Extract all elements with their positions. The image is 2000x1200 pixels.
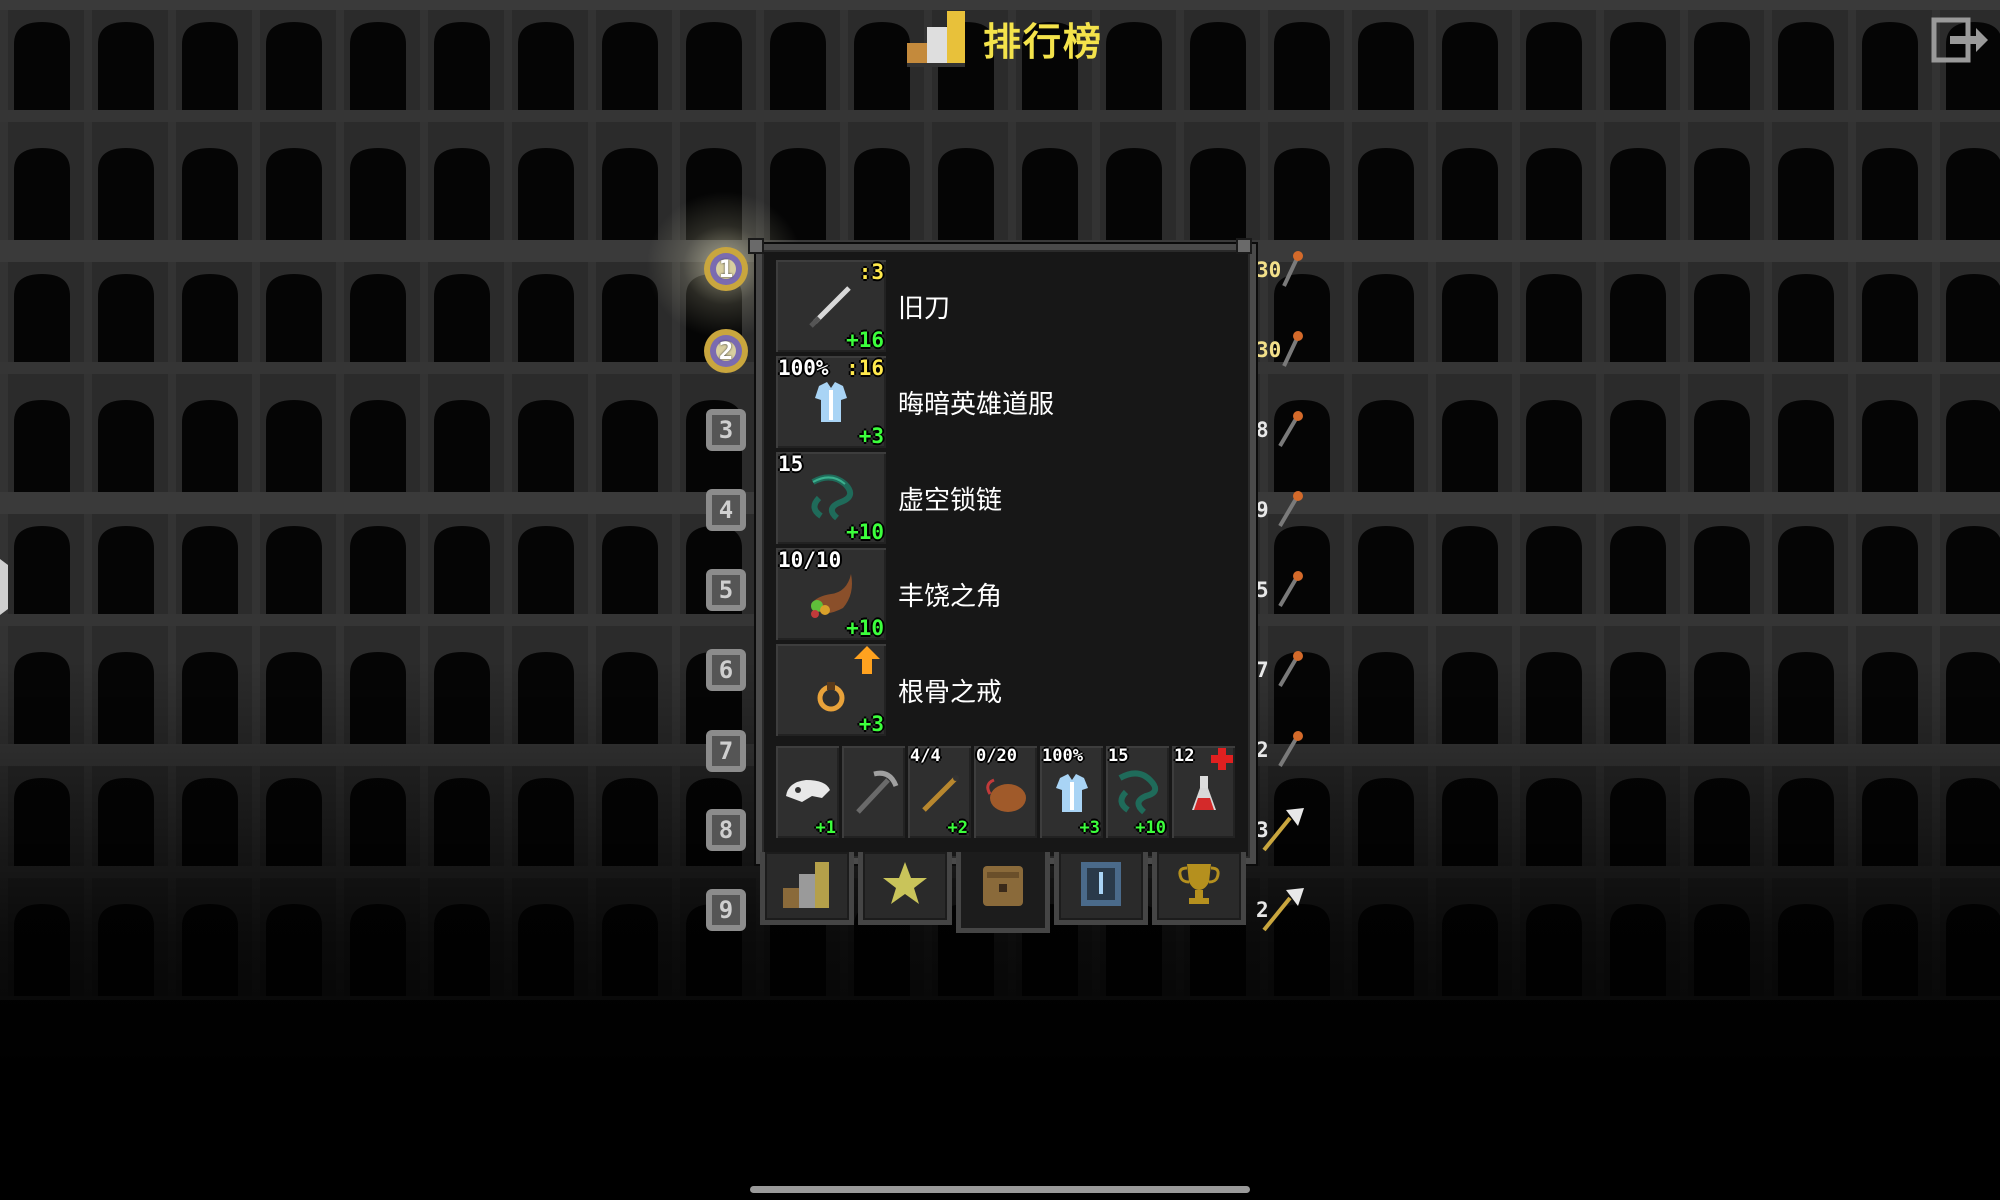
score-icon: 30	[1250, 246, 1306, 294]
item-slot[interactable]: 100% :16 +3	[776, 356, 886, 448]
item-name: 旧刀	[898, 294, 951, 324]
equipment-row-ring[interactable]: +3 根骨之戒	[776, 644, 1236, 736]
sword-icon	[809, 286, 851, 328]
pickaxe-icon	[856, 770, 899, 814]
skull-icon	[786, 780, 830, 802]
rank-badge: 1	[702, 244, 750, 294]
quickslot-bar: +1 4/4 +2 0/20 100% +3 15 +10 12	[776, 746, 1236, 838]
panel-corner	[748, 238, 764, 254]
item-slot[interactable]: 10/10 +10	[776, 548, 886, 640]
equipment-row-artifact[interactable]: 15 +10 虚空锁链	[776, 452, 1236, 544]
exit-icon	[1931, 17, 1988, 63]
upgrade-arrow-icon	[854, 646, 880, 674]
item-name: 根骨之戒	[898, 678, 1003, 708]
rankings-icon	[783, 862, 829, 908]
quickslot[interactable]: +1	[776, 746, 839, 838]
armor-icon	[815, 382, 847, 422]
trophy-icon	[1178, 864, 1220, 904]
chains-icon	[811, 474, 854, 521]
rank-badge: 9	[702, 885, 750, 935]
chains-icon	[1118, 770, 1159, 815]
rankings-icon	[907, 11, 965, 67]
star-icon	[883, 862, 927, 904]
score-icon: 2	[1250, 886, 1306, 934]
health-cross-icon	[1211, 748, 1233, 770]
rank-badge: 5	[702, 565, 750, 615]
quickslot[interactable]: 100% +3	[1040, 746, 1103, 838]
item-name: 晦暗英雄道服	[898, 390, 1055, 420]
tab-inventory[interactable]	[956, 852, 1050, 933]
tab-rankings[interactable]	[760, 852, 854, 925]
quickslot[interactable]	[842, 746, 905, 838]
armor-icon	[1056, 774, 1088, 812]
score-icon: 3	[1250, 806, 1306, 854]
item-name: 丰饶之角	[898, 582, 1003, 612]
item-slot[interactable]: :3 +16	[776, 260, 886, 352]
tab-badges[interactable]	[858, 852, 952, 925]
quickslot[interactable]: 0/20	[974, 746, 1037, 838]
tab-journal[interactable]	[1054, 852, 1148, 925]
score-icon: 9	[1250, 486, 1306, 534]
equipment-row-armor[interactable]: 100% :16 +3 晦暗英雄道服	[776, 356, 1236, 448]
rank-badge: 4	[702, 485, 750, 535]
equipment-row-misc[interactable]: 10/10 +10 丰饶之角	[776, 548, 1236, 640]
hero-equipment-panel: :3 +16 旧刀 100% :16 +3 晦暗英雄道服 15 +10 虚空锁链…	[756, 244, 1256, 864]
quickslot[interactable]: 4/4 +2	[908, 746, 971, 838]
rank-badge: 8	[702, 805, 750, 855]
home-indicator[interactable]	[750, 1186, 1250, 1193]
tab-trophies[interactable]	[1152, 852, 1246, 925]
rank-badge: 6	[702, 645, 750, 695]
page-title: 排行榜	[905, 8, 1103, 68]
backpack-icon	[983, 866, 1023, 906]
ring-icon	[817, 682, 845, 712]
item-slot[interactable]: 15 +10	[776, 452, 886, 544]
item-slot[interactable]: +3	[776, 644, 886, 736]
quickslot[interactable]: 12	[1172, 746, 1235, 838]
panel-corner	[1236, 238, 1252, 254]
bag-icon	[986, 778, 1026, 812]
left-edge-tab[interactable]	[0, 555, 12, 619]
equipment-row-weapon[interactable]: :3 +16 旧刀	[776, 260, 1236, 352]
wand-icon	[922, 775, 959, 812]
rank-badge: 7	[702, 726, 750, 776]
rank-badge: 3	[702, 405, 750, 455]
title-text: 排行榜	[983, 19, 1104, 64]
score-icon: 8	[1250, 406, 1306, 454]
exit-button[interactable]	[1930, 14, 1990, 66]
item-name: 虚空锁链	[898, 486, 1003, 516]
score-icon: 30	[1250, 326, 1306, 374]
rank-badge: 2	[702, 326, 750, 376]
quickslot[interactable]: 15 +10	[1106, 746, 1169, 838]
score-icon: 5	[1250, 566, 1306, 614]
score-icon: 7	[1250, 646, 1306, 694]
score-icon: 2	[1250, 726, 1306, 774]
potion-icon	[1192, 776, 1216, 810]
journal-icon	[1081, 862, 1121, 906]
horn-icon	[811, 574, 852, 618]
